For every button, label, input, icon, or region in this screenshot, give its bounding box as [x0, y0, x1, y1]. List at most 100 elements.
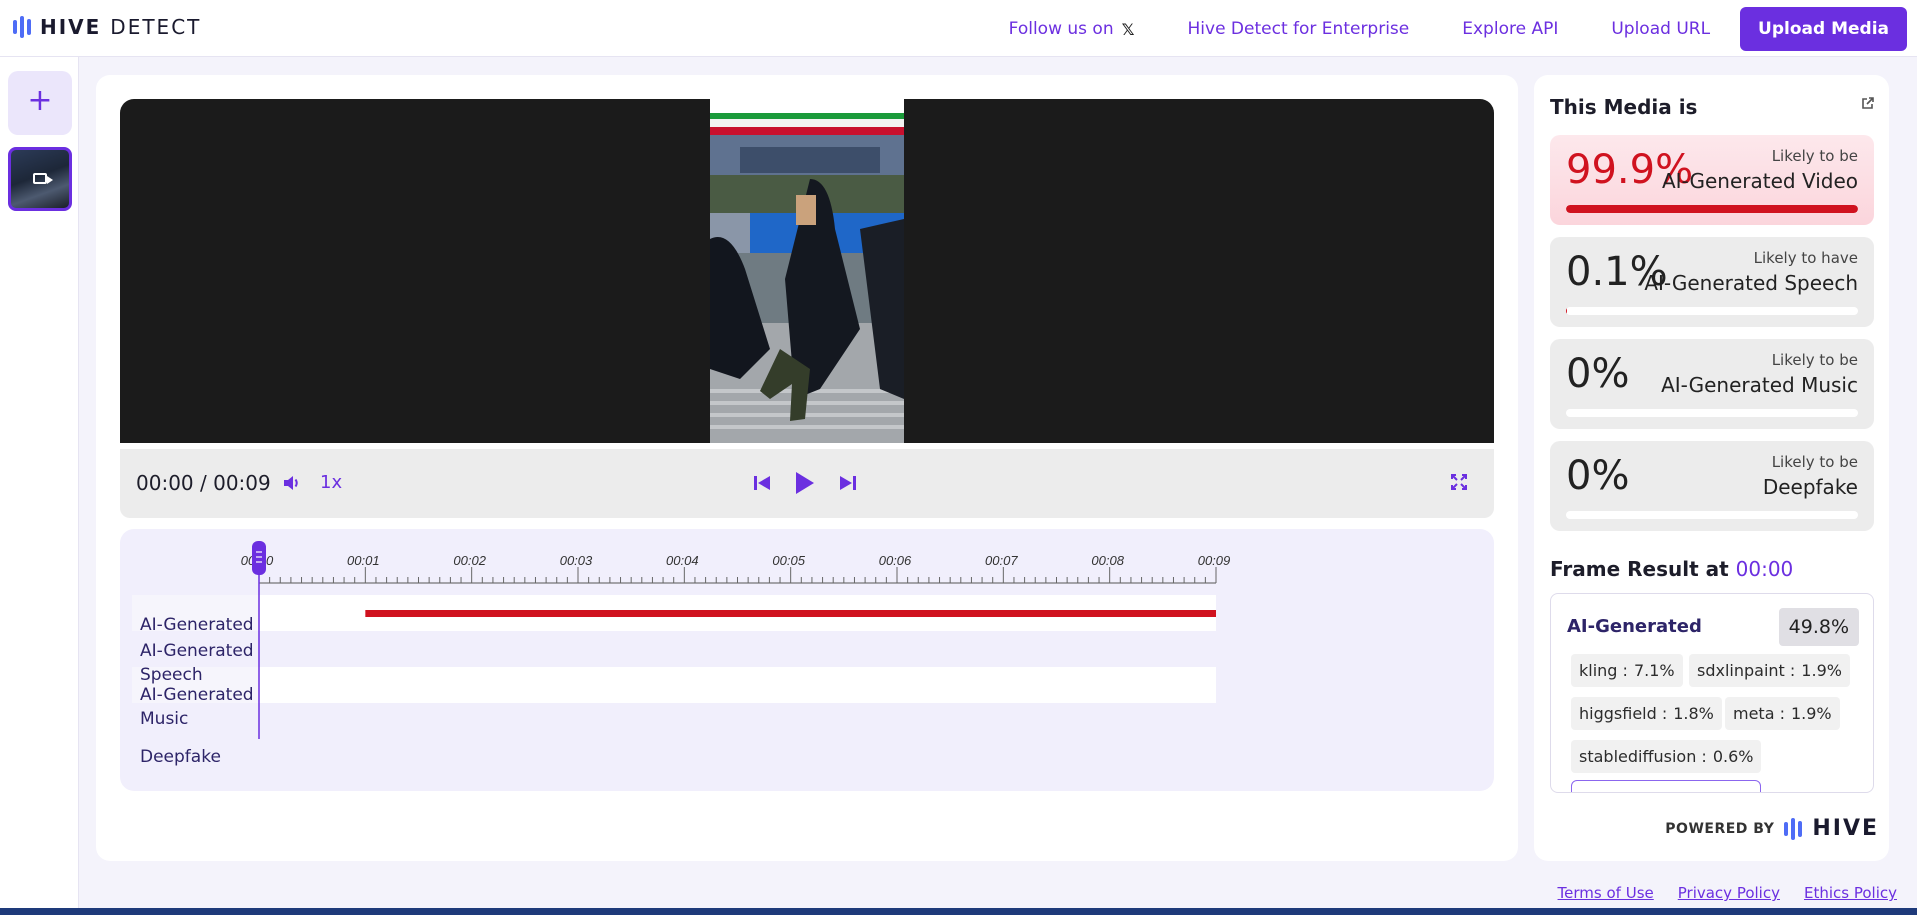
timeline-tick-label: 00:06: [879, 553, 912, 568]
result-card-ai-video: 99.9% Likely to be AI-Generated Video: [1550, 135, 1874, 225]
timeline-tick-label: 00:03: [560, 553, 593, 568]
add-media-button[interactable]: +: [8, 71, 72, 135]
fullscreen-icon[interactable]: [1450, 473, 1468, 496]
model-chip: kling : 7.1%: [1571, 654, 1683, 687]
frame-class-percent: 49.8%: [1778, 608, 1859, 646]
chip-value: 1.9%: [1790, 704, 1832, 723]
chip-name: stablediffusion :: [1579, 747, 1707, 766]
chip-name: kling :: [1579, 661, 1628, 680]
hive-logo-icon: [1784, 817, 1803, 840]
chip-value: 7.1%: [1633, 661, 1675, 680]
logo-text: HIVE DETECT: [40, 15, 201, 39]
frame-class-label: AI-Generated: [1567, 616, 1702, 637]
timeline-tick-label: 00:08: [1091, 553, 1124, 568]
terms-of-use-link[interactable]: Terms of Use: [1558, 884, 1654, 902]
result-card-deepfake: 0% Likely to be Deepfake: [1550, 441, 1874, 531]
playback-speed-button[interactable]: 1x: [320, 472, 342, 493]
powered-by-brand: HIVE: [1812, 816, 1879, 841]
timeline-row-label: AI-Generated Speech: [140, 641, 254, 685]
result-bar: [1566, 307, 1858, 315]
timeline-detection-segment: [365, 610, 1216, 617]
result-bar: [1566, 511, 1858, 519]
chip-value: 1.9%: [1801, 661, 1842, 680]
timeline-row-track: [259, 631, 1216, 667]
result-sub: Likely to be: [1771, 147, 1858, 165]
model-chip: higgsfield : 1.8%: [1571, 697, 1722, 730]
player-card: 00:00 / 00:09 1x 00:0000:0100:0200:0300:…: [96, 75, 1518, 861]
timeline-row-track: [259, 703, 1216, 739]
result-sub: Likely to be: [1771, 351, 1858, 369]
follow-us-label: Follow us on: [1008, 19, 1114, 39]
result-label: AI-Generated Video: [1661, 169, 1858, 193]
chip-value: 1.8%: [1673, 704, 1714, 723]
timeline-tick-label: 00:01: [347, 553, 380, 568]
timeline-playhead-handle[interactable]: [252, 541, 266, 575]
frame-result-label: Frame Result at: [1550, 557, 1729, 581]
result-title: This Media is: [1550, 95, 1698, 119]
privacy-policy-link[interactable]: Privacy Policy: [1678, 884, 1780, 902]
play-icon[interactable]: [792, 470, 816, 500]
logo-text-bold: HIVE: [40, 15, 102, 39]
result-sub: Likely to be: [1771, 453, 1858, 471]
timeline-tick-label: 00:02: [453, 553, 486, 568]
video-viewport[interactable]: [120, 99, 1494, 443]
timeline-tick-label: 00:04: [666, 553, 699, 568]
timeline-tick-label: 00:09: [1198, 553, 1231, 568]
ethics-policy-link[interactable]: Ethics Policy: [1804, 884, 1897, 902]
model-chip: stablediffusion : 0.6%: [1571, 740, 1762, 773]
result-bar-fill: [1566, 205, 1858, 213]
powered-by-hive: POWERED BY HIVE: [1665, 816, 1879, 841]
timeline-row-label: Deepfake: [140, 747, 221, 767]
media-thumbnail[interactable]: [8, 147, 72, 211]
logo-bars-icon: [13, 16, 31, 38]
bottom-strip: [0, 908, 1917, 915]
video-frame: [710, 99, 904, 443]
upload-media-button[interactable]: Upload Media: [1740, 7, 1907, 51]
player-controls: 00:00 / 00:09 1x: [120, 449, 1494, 518]
timeline-row-label: AI-Generated: [140, 615, 254, 635]
chip-name: meta :: [1733, 704, 1785, 723]
explore-api-link[interactable]: Explore API: [1462, 19, 1558, 39]
footer-links: Terms of Use Privacy Policy Ethics Polic…: [1558, 884, 1897, 902]
logo-text-light: DETECT: [110, 15, 202, 39]
video-camera-icon: [33, 173, 53, 184]
result-bar: [1566, 409, 1858, 417]
timeline-ruler: 00:0000:0100:0200:0300:0400:0500:0600:07…: [132, 541, 1231, 739]
hive-detect-logo[interactable]: HIVE DETECT: [13, 15, 201, 39]
detection-timeline: 00:0000:0100:0200:0300:0400:0500:0600:07…: [120, 529, 1494, 791]
result-card-ai-music: 0% Likely to be AI-Generated Music: [1550, 339, 1874, 429]
model-chip: sdxlinpaint : 1.9%: [1689, 654, 1850, 687]
follow-us-link[interactable]: Follow us on 𝕏: [1009, 19, 1135, 39]
timeline-row-track: [259, 667, 1216, 703]
top-nav: Follow us on 𝕏 Hive Detect for Enterpris…: [1009, 7, 1907, 51]
result-label: AI-Generated Music: [1661, 373, 1858, 397]
timeline-tick-label: 00:07: [985, 553, 1018, 568]
skip-back-icon[interactable]: [752, 473, 772, 497]
volume-icon[interactable]: [282, 473, 302, 497]
video-frame-image: [710, 99, 904, 443]
playback-time: 00:00 / 00:09: [136, 471, 271, 495]
chip-value: 0.6%: [1712, 747, 1754, 766]
upload-url-link[interactable]: Upload URL: [1611, 19, 1710, 39]
timeline-tick-label: 00:05: [772, 553, 805, 568]
enterprise-link[interactable]: Hive Detect for Enterprise: [1188, 19, 1410, 39]
model-chip: meta : 1.9%: [1725, 697, 1840, 730]
media-rail: +: [0, 57, 79, 915]
powered-by-label: POWERED BY: [1665, 820, 1775, 837]
frame-result-time[interactable]: 00:00: [1736, 557, 1794, 581]
result-card-ai-speech: 0.1% Likely to have AI-Generated Speech: [1550, 237, 1874, 327]
view-more-results-button[interactable]: [1571, 780, 1761, 792]
top-header: HIVE DETECT Follow us on 𝕏 Hive Detect f…: [0, 0, 1917, 57]
x-logo-icon: 𝕏: [1121, 19, 1135, 39]
result-sub: Likely to have: [1753, 249, 1858, 267]
frame-result-box: AI-Generated 49.8% kling : 7.1% sdxlinpai…: [1550, 593, 1874, 793]
result-percent: 0%: [1566, 453, 1630, 499]
timeline-row-label: AI-Generated Music: [140, 685, 254, 729]
result-label: Deepfake: [1762, 475, 1858, 499]
share-link-icon[interactable]: [1861, 95, 1875, 114]
skip-forward-icon[interactable]: [838, 473, 858, 497]
result-label: AI-Generated Speech: [1644, 271, 1858, 295]
result-panel: This Media is 99.9% Likely to be AI-Gene…: [1534, 75, 1889, 861]
result-percent: 0%: [1566, 351, 1630, 397]
chip-name: higgsfield :: [1579, 704, 1668, 723]
